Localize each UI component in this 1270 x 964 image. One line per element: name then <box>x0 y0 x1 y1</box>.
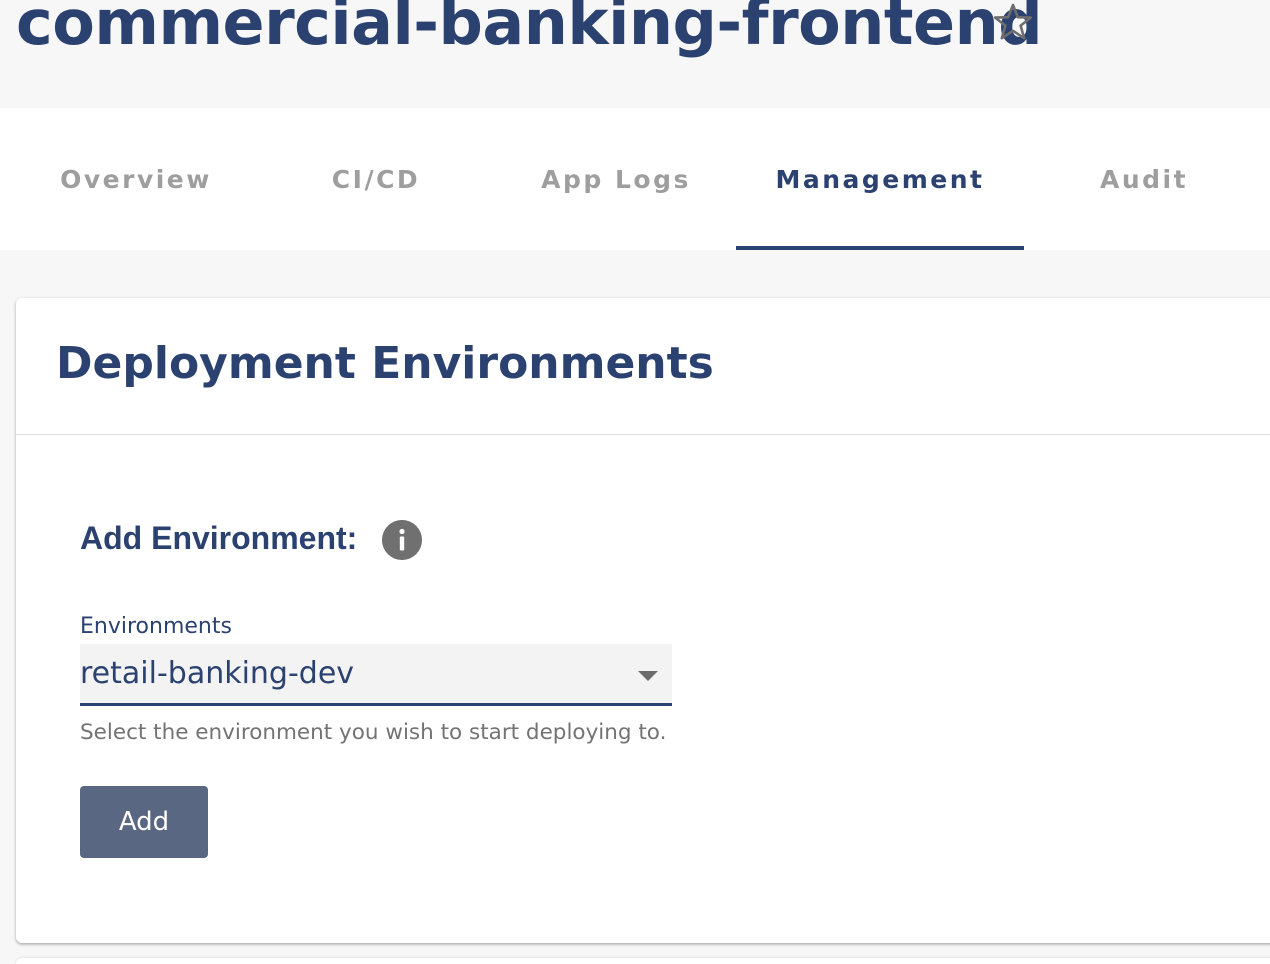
app-header: commercial-banking-frontend <box>0 0 1270 108</box>
tab-overview[interactable]: Overview <box>16 108 256 250</box>
tab-ci-cd[interactable]: CI/CD <box>256 108 496 250</box>
environments-select[interactable]: retail-banking-dev <box>80 644 672 706</box>
tab-bar: Overview CI/CD App Logs Management Audit <box>0 108 1270 250</box>
next-card-edge <box>16 958 1270 964</box>
deployment-environments-card: Deployment Environments Add Environment:… <box>16 298 1270 943</box>
dropdown-arrow-icon <box>638 671 658 681</box>
add-environment-heading: Add Environment: <box>80 520 358 556</box>
tab-management[interactable]: Management <box>736 108 1024 250</box>
environments-label: Environments <box>80 614 232 639</box>
info-icon[interactable] <box>382 520 422 560</box>
card-divider <box>16 434 1270 435</box>
environments-helper-text: Select the environment you wish to start… <box>80 720 667 745</box>
environments-selected-value: retail-banking-dev <box>80 656 355 691</box>
tab-app-logs[interactable]: App Logs <box>496 108 736 250</box>
page: commercial-banking-frontend Overview CI/… <box>0 0 1270 964</box>
add-button[interactable]: Add <box>80 786 208 858</box>
app-title: commercial-banking-frontend <box>16 0 1043 59</box>
tab-audit[interactable]: Audit <box>1024 108 1264 250</box>
star-icon[interactable] <box>992 2 1034 42</box>
card-title: Deployment Environments <box>56 338 714 389</box>
